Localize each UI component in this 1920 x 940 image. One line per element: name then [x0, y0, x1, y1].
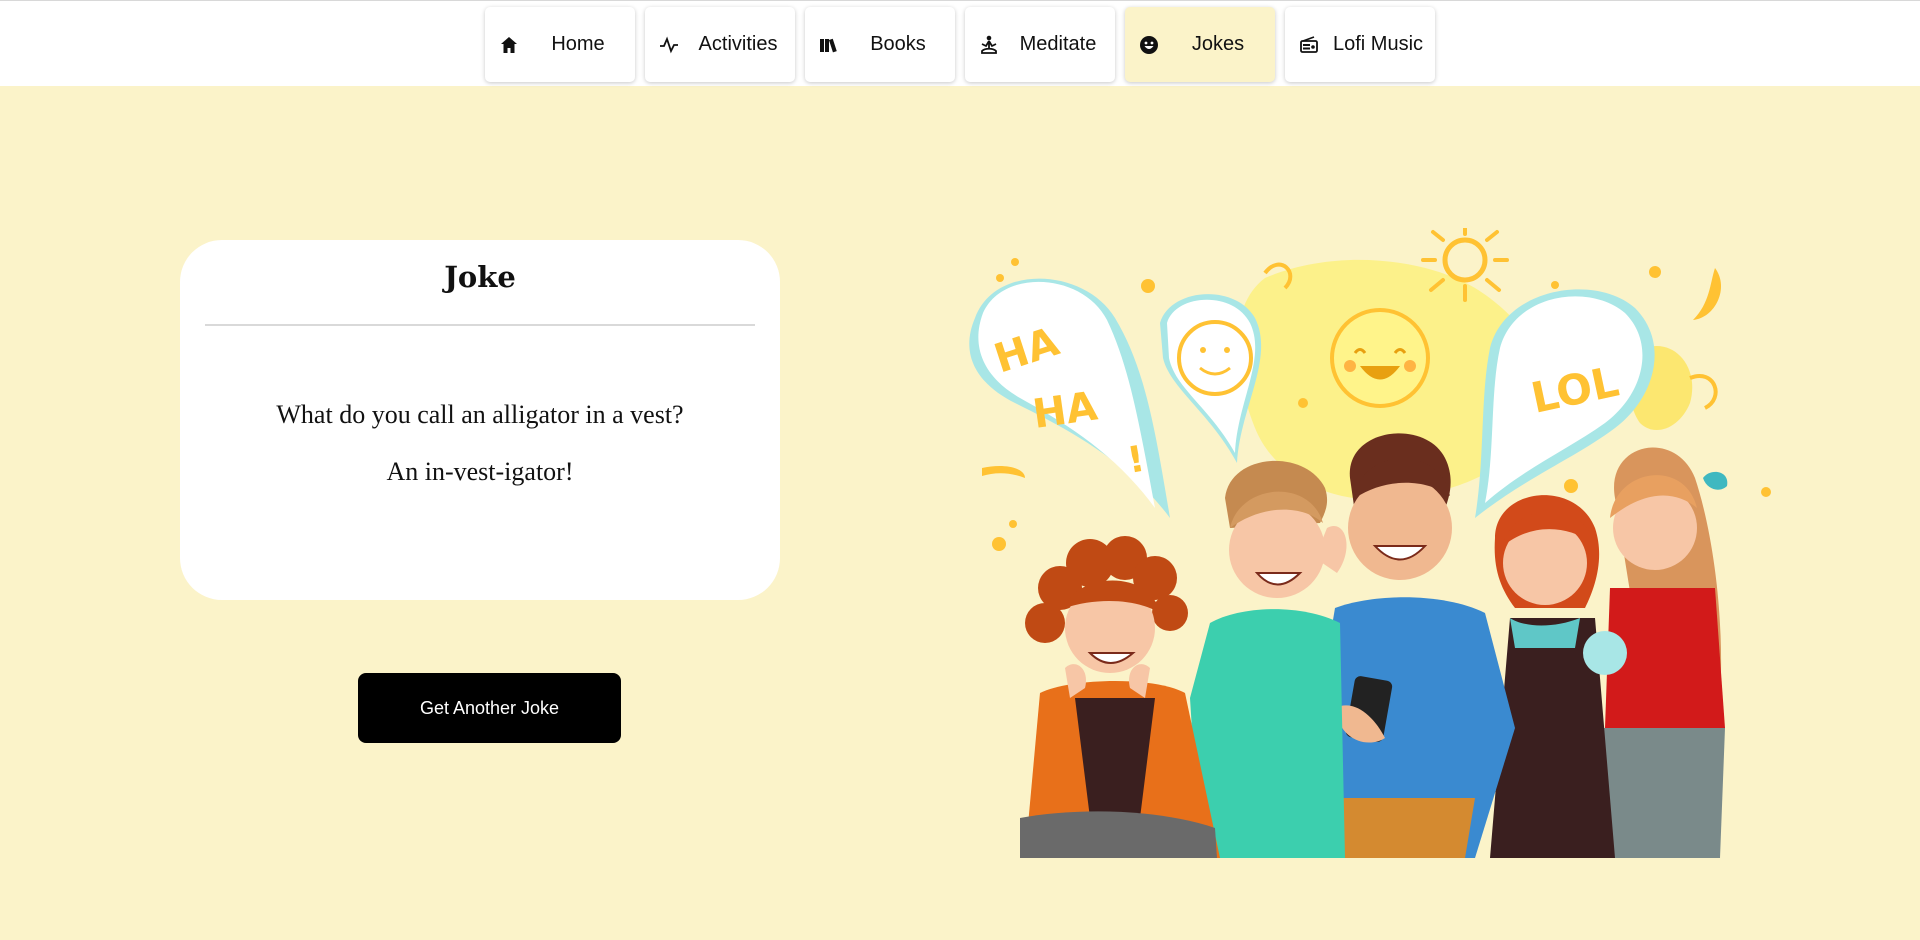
joke-title: Joke	[444, 260, 516, 294]
radio-icon	[1297, 33, 1321, 57]
get-another-joke-button[interactable]: Get Another Joke	[358, 673, 621, 743]
meditate-icon	[977, 33, 1001, 57]
laughing-people-illustration: HA HA ! LOL	[955, 226, 1775, 858]
nav-item-activities[interactable]: Activities	[645, 7, 795, 82]
joke-setup: What do you call an alligator in a vest?	[276, 400, 684, 429]
nav-label-meditate: Meditate	[1019, 33, 1097, 55]
nav-item-home[interactable]: Home	[485, 7, 635, 82]
activity-pulse-icon	[657, 33, 681, 57]
joke-divider	[205, 324, 755, 326]
nav-item-meditate[interactable]: Meditate	[965, 7, 1115, 82]
nav-label-activities: Activities	[698, 33, 778, 55]
books-icon	[817, 33, 841, 57]
nav-item-lofi-music[interactable]: Lofi Music	[1285, 7, 1435, 82]
nav-item-books[interactable]: Books	[805, 7, 955, 82]
home-icon	[497, 33, 521, 57]
nav-label-home: Home	[551, 33, 605, 55]
joke-card: Joke What do you call an alligator in a …	[180, 240, 780, 600]
smile-icon	[1137, 33, 1161, 57]
joke-punchline: An in-vest-igator!	[386, 457, 574, 486]
nav-label-lofi-music: Lofi Music	[1332, 33, 1424, 55]
nav-label-books: Books	[870, 33, 926, 55]
top-navbar: Home Activities Books Meditate Jokes Lof…	[0, 0, 1920, 86]
nav-tabs: Home Activities Books Meditate Jokes Lof…	[485, 7, 1435, 82]
nav-item-jokes[interactable]: Jokes	[1125, 7, 1275, 82]
svg-text:HA: HA	[1030, 383, 1100, 438]
nav-label-jokes: Jokes	[1191, 33, 1245, 55]
